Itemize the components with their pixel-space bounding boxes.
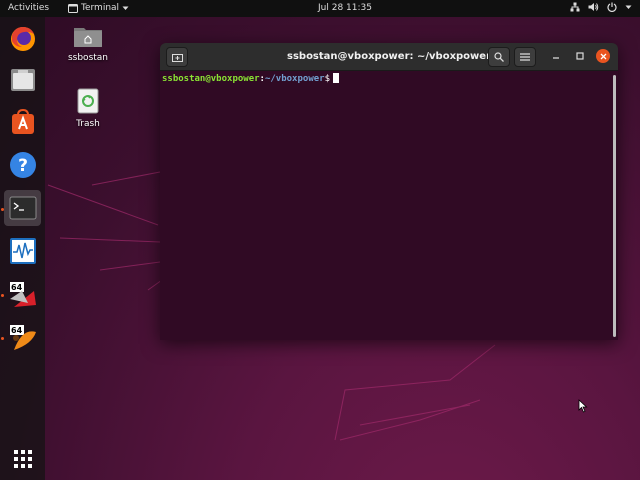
minimize-icon (553, 57, 559, 59)
menu-button[interactable] (514, 47, 536, 67)
trash-icon (77, 88, 99, 114)
close-icon (600, 53, 606, 59)
app64-red-icon: 64 (9, 282, 36, 307)
svg-text:64: 64 (11, 326, 23, 335)
dock-item-files[interactable] (4, 62, 41, 98)
system-monitor-icon (9, 238, 36, 264)
text-cursor (333, 73, 339, 83)
terminal-content[interactable]: ssbostan@vboxpower:~/vboxpower$ (160, 71, 618, 340)
app64-orange-icon: 64 (9, 325, 36, 350)
svg-text:?: ? (18, 156, 28, 176)
dock-item-software[interactable] (4, 104, 41, 140)
maximize-icon (576, 52, 584, 60)
terminal-icon (9, 196, 36, 220)
svg-text:64: 64 (11, 283, 23, 292)
files-icon (10, 69, 35, 91)
close-button[interactable] (596, 49, 610, 63)
dock-item-firefox[interactable] (4, 21, 41, 57)
search-icon (494, 52, 504, 62)
dock-item-terminal[interactable] (4, 190, 41, 226)
help-icon: ? (9, 152, 36, 178)
prompt-symbol: $ (324, 74, 330, 84)
dock-item-app64-red[interactable]: 64 (4, 276, 41, 312)
maximize-button[interactable] (570, 47, 590, 65)
dock-item-app64-orange[interactable]: 64 (4, 319, 41, 355)
dock: ? 64 64 (0, 17, 45, 480)
minimize-button[interactable] (546, 47, 566, 65)
prompt-user: ssbostan@vboxpower (162, 74, 260, 84)
app-grid-icon (13, 450, 32, 468)
prompt-path: ~/vboxpower (264, 74, 325, 84)
desktop-trash[interactable]: Trash (58, 88, 118, 129)
dock-item-show-applications[interactable] (4, 441, 41, 477)
dock-item-help[interactable]: ? (4, 147, 41, 183)
dock-item-system-monitor[interactable] (4, 233, 41, 269)
terminal-scrollbar[interactable] (613, 75, 616, 337)
trash-label: Trash (76, 119, 100, 129)
terminal-window[interactable]: ssbostan@vboxpower: ~/vboxpower ssbostan… (160, 43, 618, 340)
terminal-header-bar[interactable]: ssbostan@vboxpower: ~/vboxpower (160, 43, 618, 71)
home-folder-label: ssbostan (67, 53, 109, 63)
search-button[interactable] (488, 47, 510, 67)
hamburger-menu-icon (520, 53, 530, 61)
desktop-home-folder[interactable]: ssbostan (58, 24, 118, 63)
firefox-icon (10, 27, 35, 51)
mouse-pointer-icon (578, 399, 588, 413)
home-folder-icon (74, 28, 102, 47)
software-icon (11, 108, 34, 134)
prompt-line: ssbostan@vboxpower:~/vboxpower$ (162, 73, 339, 84)
